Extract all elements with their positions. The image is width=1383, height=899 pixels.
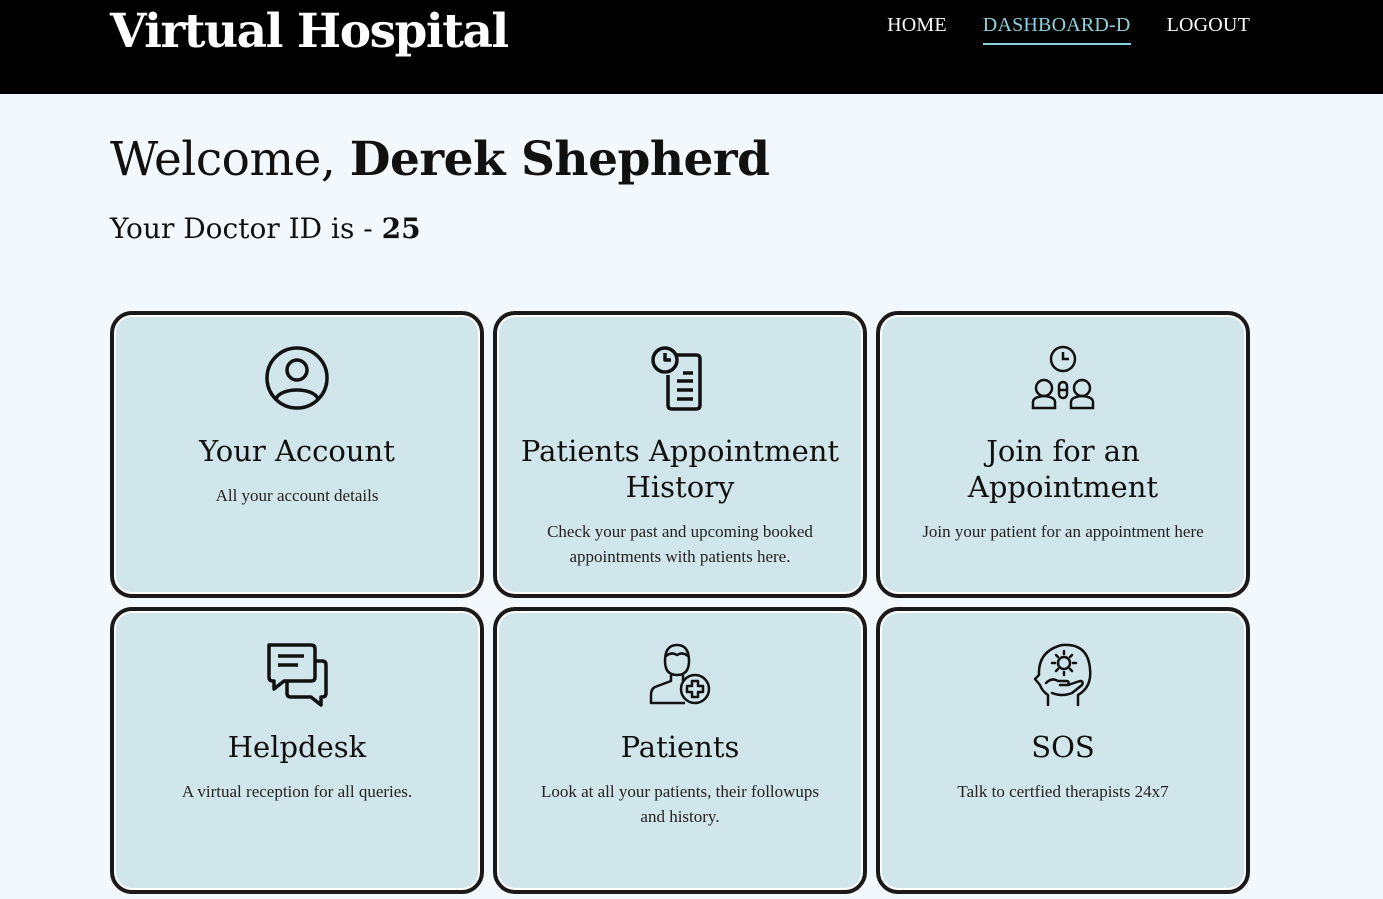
clipboard-clock-icon (497, 345, 863, 411)
doctor-id-value: 25 (381, 212, 421, 245)
card-title: Join for an Appointment (967, 434, 1159, 504)
card-title: Your Account (199, 434, 395, 468)
patient-plus-icon (497, 641, 863, 707)
nav-logout-link[interactable]: LOGOUT (1167, 14, 1250, 45)
card-description: Talk to certfied therapists 24x7 (957, 782, 1169, 801)
nav-home-link[interactable]: HOME (887, 14, 947, 45)
dashboard-cards: Your Account All your account details Pa… (110, 311, 1250, 894)
card-description: A virtual reception for all queries. (181, 782, 413, 801)
welcome-heading: Welcome, Derek Shepherd (110, 132, 770, 187)
doctor-name: Derek Shepherd (349, 132, 770, 187)
card-appointment-history[interactable]: Patients Appointment History Check your … (493, 311, 867, 598)
card-sos[interactable]: SOS Talk to certfied therapists 24x7 (876, 607, 1250, 894)
user-circle-icon (114, 345, 480, 411)
card-description: Join your patient for an appointment her… (922, 522, 1204, 541)
card-helpdesk[interactable]: Helpdesk A virtual reception for all que… (110, 607, 484, 894)
card-description: All your account details (215, 486, 379, 505)
card-description: Look at all your patients, their followu… (540, 782, 820, 826)
top-navbar: Virtual Hospital HOME DASHBOARD-D LOGOUT (0, 0, 1383, 94)
meeting-clock-icon (880, 345, 1246, 411)
doctor-id-label: Your Doctor ID is - (110, 212, 382, 245)
nav-dashboard-link[interactable]: DASHBOARD-D (982, 14, 1131, 45)
card-description: Check your past and upcoming booked appo… (547, 522, 813, 566)
card-title: Helpdesk (227, 730, 367, 764)
main-nav: HOME DASHBOARD-D LOGOUT (887, 14, 1250, 45)
welcome-greeting: Welcome, (110, 132, 350, 187)
card-title: SOS (1031, 730, 1095, 764)
doctor-id-line: Your Doctor ID is - 25 (110, 212, 421, 245)
card-title: Patients Appointment History (520, 434, 840, 504)
site-logo[interactable]: Virtual Hospital (110, 4, 509, 59)
card-patients[interactable]: Patients Look at all your patients, thei… (493, 607, 867, 894)
chat-bubbles-icon (114, 641, 480, 707)
card-title: Patients (620, 730, 740, 764)
card-your-account[interactable]: Your Account All your account details (110, 311, 484, 598)
mental-health-icon (880, 641, 1246, 707)
card-join-appointment[interactable]: Join for an Appointment Join your patien… (876, 311, 1250, 598)
